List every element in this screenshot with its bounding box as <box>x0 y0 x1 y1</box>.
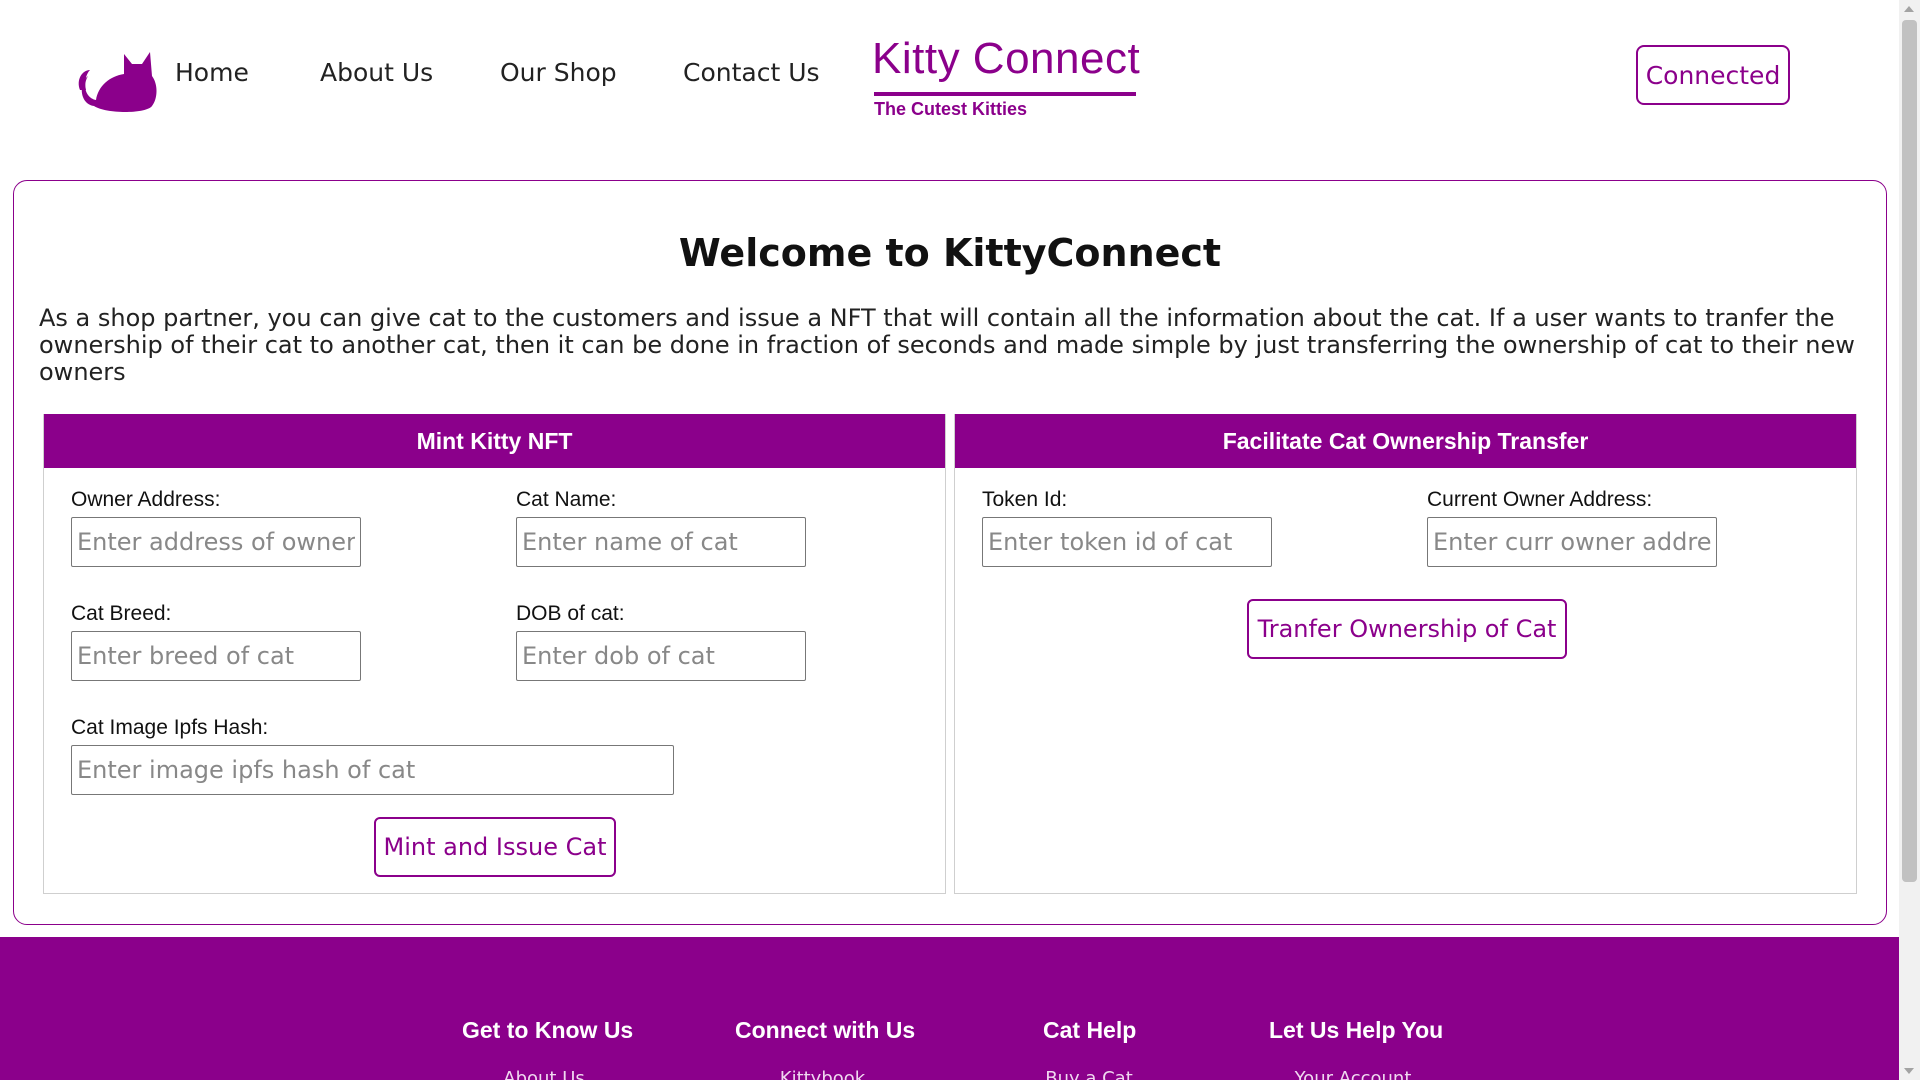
footer-heading: Let Us Help You <box>1269 1017 1444 1043</box>
transfer-panel: Facilitate Cat Ownership Transfer Token … <box>954 414 1857 894</box>
nav-link-home[interactable]: Home <box>175 58 249 87</box>
footer-heading: Get to Know Us <box>462 1017 634 1043</box>
page-scrollbar[interactable] <box>1899 0 1920 1080</box>
mint-panel-heading: Mint Kitty NFT <box>44 414 945 468</box>
cat-name-input[interactable] <box>516 517 806 567</box>
top-navbar: Home About Us Our Shop Contact Us Kitty … <box>0 0 1899 150</box>
nav-link-contact-us[interactable]: Contact Us <box>683 58 820 87</box>
cat-dob-input[interactable] <box>516 631 806 681</box>
nav-link-about-us[interactable]: About Us <box>320 58 433 87</box>
footer-link-about-us[interactable]: About Us <box>462 1068 626 1080</box>
mint-panel: Mint Kitty NFT Owner Address: Cat Name: … <box>43 414 946 894</box>
footer-column-cat-help: Cat Help Buy a Cat <box>1043 1017 1137 1080</box>
brand-subtitle: The Cutest Kitties <box>874 99 1028 119</box>
token-id-label: Token Id: <box>982 488 1068 511</box>
main-card: Welcome to KittyConnect As a shop partne… <box>13 180 1887 925</box>
cat-breed-input[interactable] <box>71 631 361 681</box>
ipfs-hash-label: Cat Image Ipfs Hash: <box>71 716 269 739</box>
footer-link-your-account[interactable]: Your Account <box>1269 1068 1437 1080</box>
ipfs-hash-input[interactable] <box>71 745 674 795</box>
scroll-down-arrow-icon[interactable] <box>1904 1068 1914 1074</box>
cat-breed-label: Cat Breed: <box>71 602 172 625</box>
mint-issue-button[interactable]: Mint and Issue Cat <box>374 817 616 877</box>
footer-column-get-to-know-us: Get to Know Us About Us <box>462 1017 634 1080</box>
connected-button[interactable]: Connected <box>1636 45 1790 105</box>
cat-name-label: Cat Name: <box>516 488 617 511</box>
current-owner-input[interactable] <box>1427 517 1717 567</box>
transfer-ownership-button[interactable]: Tranfer Ownership of Cat <box>1247 599 1567 659</box>
page-title: Welcome to KittyConnect <box>678 231 1222 275</box>
page-viewport: Home About Us Our Shop Contact Us Kitty … <box>0 0 1899 1080</box>
footer-link-kittybook[interactable]: Kittybook <box>735 1068 910 1080</box>
cat-dob-label: DOB of cat: <box>516 602 625 625</box>
intro-paragraph: As a shop partner, you can give cat to t… <box>39 304 1855 386</box>
footer-link-buy-a-cat[interactable]: Buy a Cat <box>1043 1068 1135 1080</box>
scrollbar-thumb[interactable] <box>1902 20 1917 882</box>
brand-title: Kitty Connect <box>872 34 1141 83</box>
footer-heading: Connect with Us <box>735 1017 916 1043</box>
owner-address-input[interactable] <box>71 517 361 567</box>
brand-underline <box>874 92 1136 96</box>
cat-icon[interactable] <box>76 46 160 114</box>
footer-heading: Cat Help <box>1043 1017 1137 1043</box>
footer-column-let-us-help-you: Let Us Help You Your Account <box>1269 1017 1444 1080</box>
footer-column-connect-with-us: Connect with Us Kittybook <box>735 1017 916 1080</box>
nav-link-our-shop[interactable]: Our Shop <box>500 58 617 87</box>
site-footer: Get to Know Us About Us Connect with Us … <box>0 937 1899 1080</box>
token-id-input[interactable] <box>982 517 1272 567</box>
current-owner-label: Current Owner Address: <box>1427 488 1653 511</box>
owner-address-label: Owner Address: <box>71 488 221 511</box>
scroll-up-arrow-icon[interactable] <box>1904 6 1914 12</box>
transfer-panel-heading: Facilitate Cat Ownership Transfer <box>955 414 1856 468</box>
